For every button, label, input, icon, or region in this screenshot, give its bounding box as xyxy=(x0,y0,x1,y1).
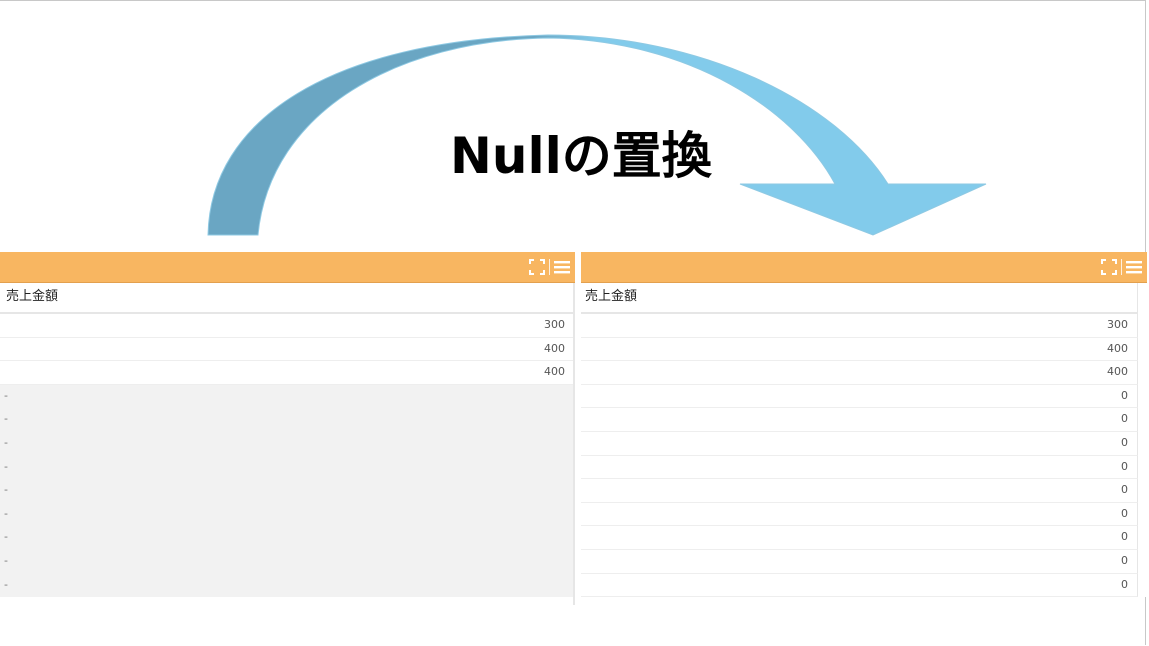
expand-icon[interactable] xyxy=(1100,258,1118,276)
source-table-panel: 売上金額 300 400 400 - - - - - - - - - xyxy=(0,252,575,598)
table-row[interactable]: 0 xyxy=(581,455,1138,480)
null-row[interactable]: - xyxy=(0,479,575,503)
null-row[interactable]: - xyxy=(0,502,575,527)
page-title: Nullの置換 xyxy=(450,127,712,185)
null-row[interactable]: - xyxy=(0,455,575,480)
null-row[interactable]: - xyxy=(0,573,575,598)
table-row[interactable]: 300 xyxy=(581,314,1138,338)
column-header[interactable]: 売上金額 xyxy=(581,283,1138,314)
panel-header xyxy=(581,252,1147,283)
table-body: 300 400 400 0 0 0 0 0 0 0 0 0 xyxy=(581,314,1147,598)
table-row[interactable]: 400 xyxy=(581,361,1138,385)
table-row[interactable]: 0 xyxy=(581,573,1138,598)
header-divider xyxy=(1121,259,1122,275)
null-row[interactable]: - xyxy=(0,408,575,432)
menu-icon[interactable] xyxy=(553,258,571,276)
table-row[interactable]: 0 xyxy=(581,431,1138,456)
table-row[interactable]: 0 xyxy=(581,526,1138,550)
table-row[interactable]: 400 xyxy=(0,338,575,362)
menu-icon[interactable] xyxy=(1125,258,1143,276)
table-row[interactable]: 0 xyxy=(581,502,1138,527)
null-row[interactable]: - xyxy=(0,384,575,409)
table-row[interactable]: 0 xyxy=(581,408,1138,432)
panel-header xyxy=(0,252,575,283)
expand-icon[interactable] xyxy=(528,258,546,276)
column-header[interactable]: 売上金額 xyxy=(0,283,575,314)
table-row[interactable]: 0 xyxy=(581,384,1138,409)
null-row[interactable]: - xyxy=(0,549,575,574)
result-table-panel: 売上金額 300 400 400 0 0 0 0 0 0 0 0 0 xyxy=(581,252,1147,598)
table-row[interactable]: 400 xyxy=(581,337,1138,362)
table-row[interactable]: 0 xyxy=(581,479,1138,503)
column-divider xyxy=(573,283,575,605)
table-row[interactable]: 400 xyxy=(0,361,575,385)
header-divider xyxy=(549,259,550,275)
table-body: 300 400 400 - - - - - - - - - xyxy=(0,314,575,598)
null-row[interactable]: - xyxy=(0,526,575,550)
table-row[interactable]: 300 xyxy=(0,314,575,338)
table-row[interactable]: 0 xyxy=(581,549,1138,574)
null-row[interactable]: - xyxy=(0,431,575,456)
